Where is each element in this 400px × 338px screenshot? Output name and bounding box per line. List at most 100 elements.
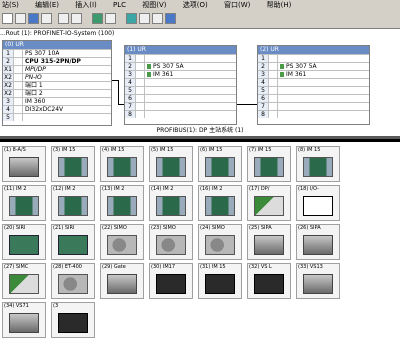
menu-help[interactable]: 帮助(H) — [267, 0, 292, 10]
menu-options[interactable]: 选项(O) — [183, 0, 208, 10]
rack-1-row[interactable]: 5 — [125, 86, 236, 94]
dp-slave-device[interactable]: (28) ET-400 — [51, 263, 95, 299]
menu-window[interactable]: 窗口(W) — [224, 0, 250, 10]
dp-slave-device[interactable]: (32) VS L — [247, 263, 291, 299]
save-icon[interactable] — [28, 13, 39, 24]
rack-0-row[interactable]: X2 P2端口 2 — [3, 89, 111, 105]
rack-0[interactable]: (0) UR 1 PS 307 10A 2 CPU 315-2PN/DP X1 MPI… — [2, 40, 112, 126]
dp-slave-device[interactable]: (14) IM 2 — [149, 185, 193, 221]
device-photo-icon — [254, 235, 284, 255]
dp-slave-device[interactable]: (29) Gate — [100, 263, 144, 299]
device-label: (28) ET-400 — [53, 264, 82, 270]
menu-bar: 站(S) 编辑(E) 插入(I) PLC 视图(V) 选项(O) 窗口(W) 帮… — [0, 0, 400, 10]
rack-0-row[interactable]: 1 PS 307 10A — [3, 49, 111, 57]
device-photo-icon — [303, 235, 333, 255]
catalog-icon[interactable] — [126, 13, 137, 24]
dp-slave-device[interactable]: (17) DP/ — [247, 185, 291, 221]
menu-station[interactable]: 站(S) — [2, 0, 19, 10]
rack-2-row[interactable]: 1 — [258, 54, 369, 62]
rack-0-row[interactable]: 5 — [3, 113, 111, 121]
device-module-icon — [107, 157, 137, 177]
module-icon — [280, 64, 284, 69]
rack-2-row[interactable]: 8 — [258, 110, 369, 118]
netpro-icon[interactable] — [139, 13, 150, 24]
dp-slave-device[interactable]: (24) SIMO — [198, 224, 242, 260]
dp-slave-device[interactable]: (22) SIMO — [100, 224, 144, 260]
device-label: (26) SIPA — [298, 225, 321, 231]
rack-0-title[interactable]: (0) UR — [3, 41, 111, 49]
help-icon[interactable] — [165, 13, 176, 24]
paste-icon[interactable] — [71, 13, 82, 24]
device-label: (32) VS L — [249, 264, 272, 270]
dp-slave-device[interactable]: (1) 8-A/S — [2, 146, 46, 182]
device-module-icon — [205, 157, 235, 177]
copy-icon[interactable] — [58, 13, 69, 24]
dp-slave-device[interactable]: (5) IM 15 — [149, 146, 193, 182]
toolbar — [0, 10, 400, 29]
dp-slave-device[interactable]: (16) IM 2 — [198, 185, 242, 221]
rack-0-row[interactable]: X2 P1端口 1 — [3, 81, 111, 97]
device-label: (17) DP/ — [249, 186, 270, 192]
dp-slave-device[interactable]: (33) VS13 — [296, 263, 340, 299]
rack-0-row[interactable]: X1 MPI/DP — [3, 65, 111, 73]
rack-0-row[interactable]: 3 IM 360 — [3, 97, 111, 105]
rack-1-row[interactable]: 2 PS 307 5A — [125, 62, 236, 70]
dp-slave-device[interactable]: (27) SIMC — [2, 263, 46, 299]
dp-slave-device[interactable]: (18) I/O- — [296, 185, 340, 221]
rack-2[interactable]: (2) UR 1 2 PS 307 5A 3 IM 361 4 5 6 7 8 — [257, 45, 370, 125]
rack-2-row[interactable]: 7 — [258, 102, 369, 110]
rack-1-row[interactable]: 3 IM 361 — [125, 70, 236, 78]
overview-icon[interactable] — [152, 13, 163, 24]
rack-0-row[interactable]: 2 CPU 315-2PN/DP — [3, 57, 111, 65]
upload-icon[interactable] — [105, 13, 116, 24]
rack-1[interactable]: (1) UR 1 2 PS 307 5A 3 IM 361 4 5 6 7 8 — [124, 45, 237, 125]
download-icon[interactable] — [92, 13, 103, 24]
rack-1-title[interactable]: (1) UR — [125, 46, 236, 54]
rack-1-table: 1 2 PS 307 5A 3 IM 361 4 5 6 7 8 — [125, 54, 236, 118]
profibus-line[interactable] — [0, 139, 400, 142]
dp-slave-device[interactable]: (21) SIRI — [51, 224, 95, 260]
rack-2-row[interactable]: 5 — [258, 86, 369, 94]
dp-slave-device[interactable]: (7) IM 15 — [247, 146, 291, 182]
menu-insert[interactable]: 插入(I) — [75, 0, 97, 10]
print-icon[interactable] — [41, 13, 52, 24]
dp-slave-device[interactable]: (6) IM 15 — [198, 146, 242, 182]
rack-1-row[interactable]: 6 — [125, 94, 236, 102]
dp-slave-device[interactable]: (26) SIPA — [296, 224, 340, 260]
device-dark-icon — [58, 313, 88, 333]
dp-slave-device[interactable]: (25) SIPA — [247, 224, 291, 260]
menu-edit[interactable]: 编辑(E) — [35, 0, 59, 10]
dp-slave-device[interactable]: (30) IM17 — [149, 263, 193, 299]
rack-1-row[interactable]: 1 — [125, 54, 236, 62]
rack-2-row[interactable]: 6 — [258, 94, 369, 102]
rack-0-row[interactable]: 4 DI32xDC24V — [3, 105, 111, 113]
rack-1-row[interactable]: 4 — [125, 78, 236, 86]
dp-slave-device[interactable]: (23) SIMO — [149, 224, 193, 260]
dp-slave-device[interactable]: (20) SIRI — [2, 224, 46, 260]
dp-slave-device[interactable]: (11) IM 2 — [2, 185, 46, 221]
rack-2-row[interactable]: 2 PS 307 5A — [258, 62, 369, 70]
dp-slave-device[interactable]: (31) IM 15 — [198, 263, 242, 299]
device-label: (12) IM 2 — [53, 186, 76, 192]
device-label: (20) SIRI — [4, 225, 26, 231]
dp-slave-device[interactable]: (3 — [51, 302, 95, 338]
device-label: (21) SIRI — [53, 225, 75, 231]
menu-view[interactable]: 视图(V) — [142, 0, 166, 10]
dp-slave-device[interactable]: (3) IM 15 — [51, 146, 95, 182]
dp-slave-device[interactable]: (8) IM 15 — [296, 146, 340, 182]
dp-slave-device[interactable]: (13) IM 2 — [100, 185, 144, 221]
rack-2-row[interactable]: 3 IM 361 — [258, 70, 369, 78]
dp-slave-device[interactable]: (12) IM 2 — [51, 185, 95, 221]
open-icon[interactable] — [15, 13, 26, 24]
dp-slave-device[interactable]: (34) VS71 — [2, 302, 46, 338]
dp-slave-device[interactable]: (4) IM 15 — [100, 146, 144, 182]
rack-0-row[interactable]: X2 PN-IO — [3, 73, 111, 81]
menu-plc[interactable]: PLC — [113, 0, 126, 10]
rack-1-row[interactable]: 8 — [125, 110, 236, 118]
rack-2-row[interactable]: 4 — [258, 78, 369, 86]
new-icon[interactable] — [2, 13, 13, 24]
device-label: (3) IM 15 — [53, 147, 76, 153]
rack-1-row[interactable]: 7 — [125, 102, 236, 110]
rack-2-title[interactable]: (2) UR — [258, 46, 369, 54]
device-label: (3 — [53, 303, 59, 309]
